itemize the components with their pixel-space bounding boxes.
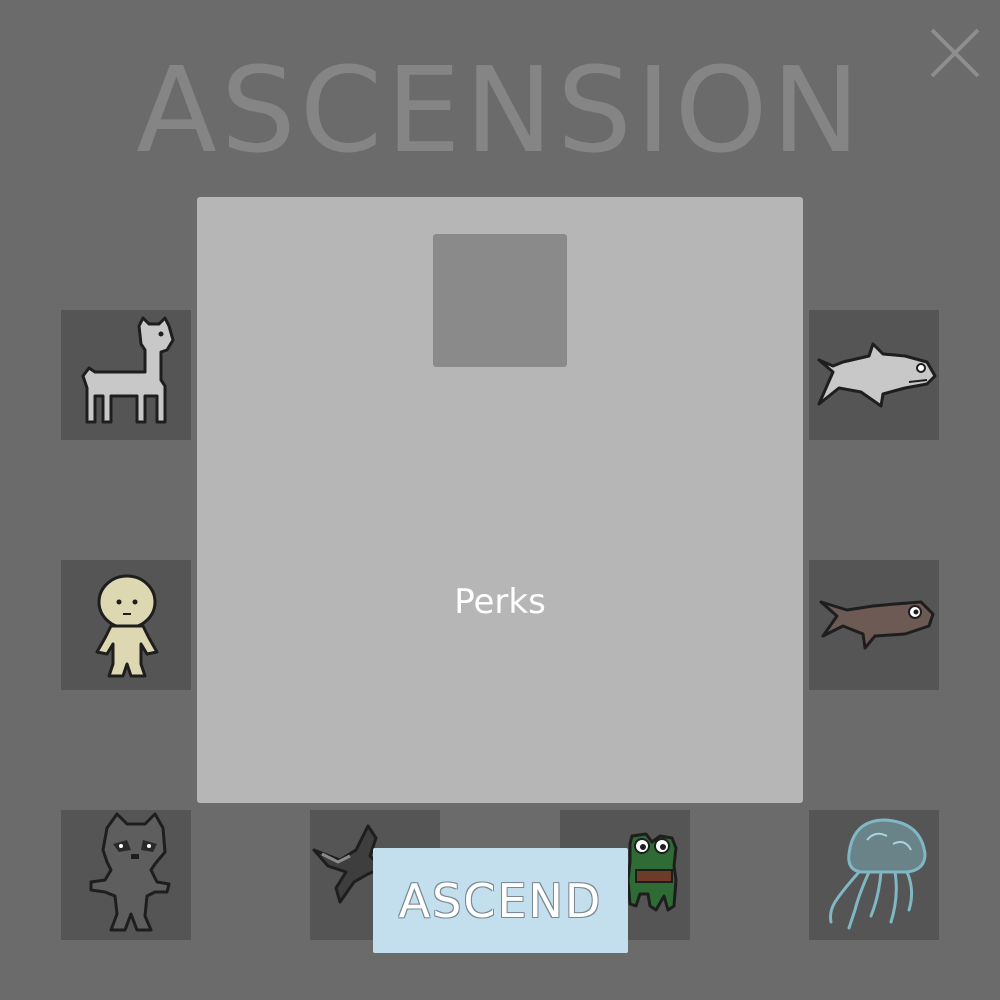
shark-icon — [817, 342, 937, 408]
character-slot-shark[interactable] — [809, 310, 939, 440]
character-slot-brown-fish[interactable] — [809, 560, 939, 690]
character-slot-blob-person[interactable] — [61, 560, 191, 690]
blob-person-icon — [95, 574, 159, 678]
close-button[interactable] — [928, 26, 982, 80]
page-title: ASCENSION — [136, 41, 864, 179]
jellyfish-icon — [829, 818, 927, 930]
raccoon-icon — [89, 812, 171, 932]
close-icon — [930, 28, 980, 78]
character-slot-raccoon[interactable] — [61, 810, 191, 940]
selected-character-slot — [433, 234, 567, 367]
perks-label: Perks — [454, 582, 546, 622]
perks-panel: Perks — [197, 197, 803, 803]
ascend-button[interactable]: ASCEND — [373, 848, 628, 953]
brown-fish-icon — [819, 600, 935, 650]
ascend-button-label: ASCEND — [398, 873, 603, 928]
llama-icon — [81, 316, 175, 424]
character-slot-llama[interactable] — [61, 310, 191, 440]
character-slot-jellyfish[interactable] — [809, 810, 939, 940]
